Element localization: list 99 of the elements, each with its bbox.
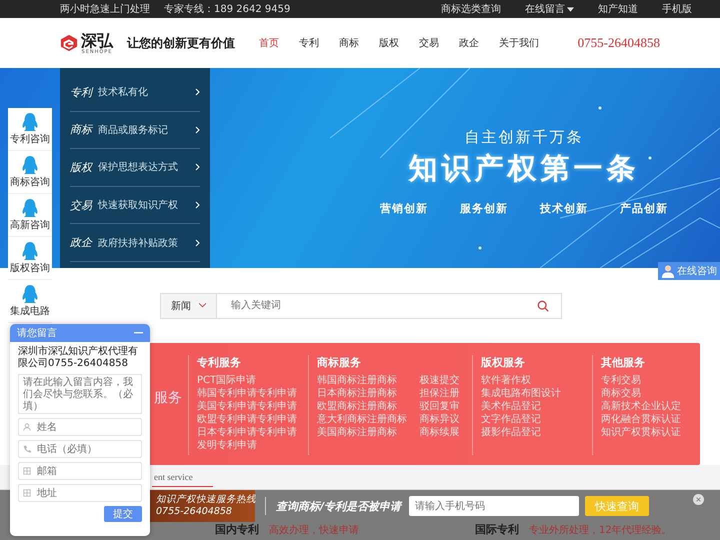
nav-item[interactable]: 专利	[299, 36, 319, 50]
consult-link[interactable]: 专利咨询	[8, 108, 52, 151]
tab[interactable]: ent service	[152, 466, 213, 487]
service-column-title: 专利服务	[197, 355, 242, 370]
popup-title: 请您留言	[17, 326, 57, 340]
top-bar-link[interactable]: 在线留言	[525, 2, 574, 16]
service-link[interactable]: 美术作品登记	[480, 401, 584, 413]
category-menu-item[interactable]: 政企 政府扶持补贴政策	[70, 224, 200, 262]
penguin-icon	[21, 198, 39, 218]
minimize-icon[interactable]	[134, 332, 143, 334]
top-bar-text: 两小时急速上门处理	[60, 2, 150, 16]
service-link[interactable]: 驳回复审	[419, 401, 464, 413]
service-link[interactable]: 日本商标注册商标	[317, 388, 412, 400]
category-menu-item[interactable]: 版权 保护思想表达方式	[70, 149, 200, 187]
nav-item[interactable]: 交易	[419, 36, 439, 50]
service-link[interactable]: 担保注册	[419, 388, 464, 400]
service-link[interactable]: 商标异议	[419, 414, 464, 426]
service-link[interactable]: 软件著作权	[480, 375, 584, 387]
service-column-title: 其他服务	[600, 355, 646, 370]
service-link[interactable]: 欧盟专利申请专利申请	[197, 414, 300, 426]
hotline-label: 知识产权快速服务热线	[156, 494, 255, 506]
service-column-title: 商标服务	[317, 355, 362, 370]
hotline-number: 0755-26404858	[156, 506, 233, 518]
service-link[interactable]: 意大利商标注册商标	[317, 414, 412, 426]
nav-item[interactable]: 商标	[339, 36, 359, 50]
service-link[interactable]: 美国商标注册商标	[317, 427, 412, 439]
category-select[interactable]: 新闻	[161, 294, 217, 318]
category-menu-item[interactable]: 专利 技术私有化	[70, 74, 200, 112]
chevron-icon	[195, 126, 200, 134]
penguin-icon	[21, 155, 39, 175]
banner-feature: 服务创新	[460, 201, 508, 216]
slogan: 让您的创新更有价值	[127, 34, 235, 52]
search-icon[interactable]	[537, 300, 549, 312]
query-label: 查询商标/专利是否被申请	[276, 498, 402, 514]
promo-title: 国内专利	[215, 522, 259, 537]
service-link[interactable]: 知识产权贯标认证	[600, 427, 692, 439]
penguin-icon	[21, 112, 39, 132]
close-icon[interactable]	[693, 494, 704, 505]
nav-item[interactable]: 政企	[459, 36, 479, 50]
service-link[interactable]: 极速提交	[419, 375, 464, 387]
banner-tagline: 自主创新千万条	[464, 128, 584, 147]
online-consult-button[interactable]: 在线咨询	[658, 262, 720, 280]
service-link[interactable]: 发明专利申请	[197, 440, 300, 452]
message-field[interactable]: 请在此输入留言内容，我们会尽快与您联系。（必填）	[18, 374, 142, 414]
penguin-icon	[21, 284, 39, 304]
consult-link[interactable]: 商标咨询	[8, 151, 52, 194]
service-link[interactable]: 美国专利申请专利申请	[197, 401, 300, 413]
logo-name: 深弘	[81, 32, 113, 48]
top-bar-link[interactable]: 手机版	[662, 2, 692, 16]
chevron-icon	[195, 238, 200, 247]
service-link[interactable]: 专利交易	[600, 375, 692, 387]
banner-feature: 技术创新	[540, 201, 588, 216]
top-bar-link[interactable]: 商标选类查询	[441, 2, 501, 16]
chevron-icon	[195, 201, 200, 210]
promo-text: 专业外所处理，12年代理经验。	[529, 524, 672, 536]
logo-icon	[60, 34, 78, 52]
banner-feature: 产品创新	[620, 201, 668, 216]
chevron-icon	[195, 88, 200, 96]
nav-item[interactable]: 版权	[379, 36, 399, 50]
form-field[interactable]: 邮箱	[18, 462, 142, 480]
service-link[interactable]: 集成电路布图设计	[480, 388, 584, 400]
service-link[interactable]: 文字作品登记	[480, 414, 584, 426]
form-field[interactable]: 电话（必填）	[18, 440, 142, 458]
submit-button[interactable]: 提交	[104, 506, 142, 522]
category-menu-item[interactable]: 商标 商品或服务标记	[70, 112, 200, 150]
service-link[interactable]: 摄影作品登记	[480, 427, 584, 439]
consult-link[interactable]: 高新咨询	[8, 194, 52, 237]
penguin-icon	[21, 241, 39, 261]
phone-number: 0755-26404858	[578, 35, 660, 51]
consult-link[interactable]: 版权咨询	[8, 237, 52, 280]
panel-title: 服务	[154, 389, 182, 407]
nav-item[interactable]: 首页	[259, 36, 279, 50]
service-link[interactable]: 韩国专利申请专利申请	[197, 388, 300, 400]
company-info: 深圳市深弘知识产权代理有限公司0755-26404858	[18, 346, 139, 370]
quick-query-button[interactable]: 快速查询	[585, 496, 650, 516]
service-link[interactable]: 两化融合贯标认证	[600, 414, 692, 426]
category-menu-item[interactable]: 交易 快速获取知识产权	[70, 186, 200, 224]
banner-feature: 营销创新	[380, 201, 428, 216]
service-link[interactable]: 韩国商标注册商标	[317, 375, 412, 387]
service-link[interactable]: 高新技术企业认定	[600, 401, 692, 413]
service-column-title: 版权服务	[480, 355, 526, 370]
top-bar-link[interactable]: 知产知道	[598, 2, 638, 16]
consult-link[interactable]: 集成电路	[8, 280, 52, 323]
banner-headline: 知识产权第一条	[408, 150, 640, 187]
chevron-down-icon	[199, 303, 206, 308]
service-link[interactable]: 商标续展	[419, 427, 464, 439]
form-field[interactable]: 姓名	[18, 418, 142, 436]
top-bar-text: 专家专线：189 2642 9459	[164, 2, 290, 16]
service-link[interactable]: 日本专利申请专利申请	[197, 427, 300, 439]
form-field[interactable]: 地址	[18, 484, 142, 502]
phone-input-field[interactable]: 请输入手机号码	[409, 496, 580, 516]
promo-title: 国际专利	[475, 522, 519, 537]
chevron-icon	[195, 163, 200, 172]
promo-text: 高效办理，快速申请	[269, 524, 359, 536]
avatar-icon	[661, 264, 675, 278]
nav-item[interactable]: 关于我们	[499, 36, 539, 50]
service-link[interactable]: PCT国际申请	[197, 375, 300, 387]
service-link[interactable]: 商标交易	[600, 388, 692, 400]
service-link[interactable]: 欧盟商标注册商标	[317, 401, 412, 413]
